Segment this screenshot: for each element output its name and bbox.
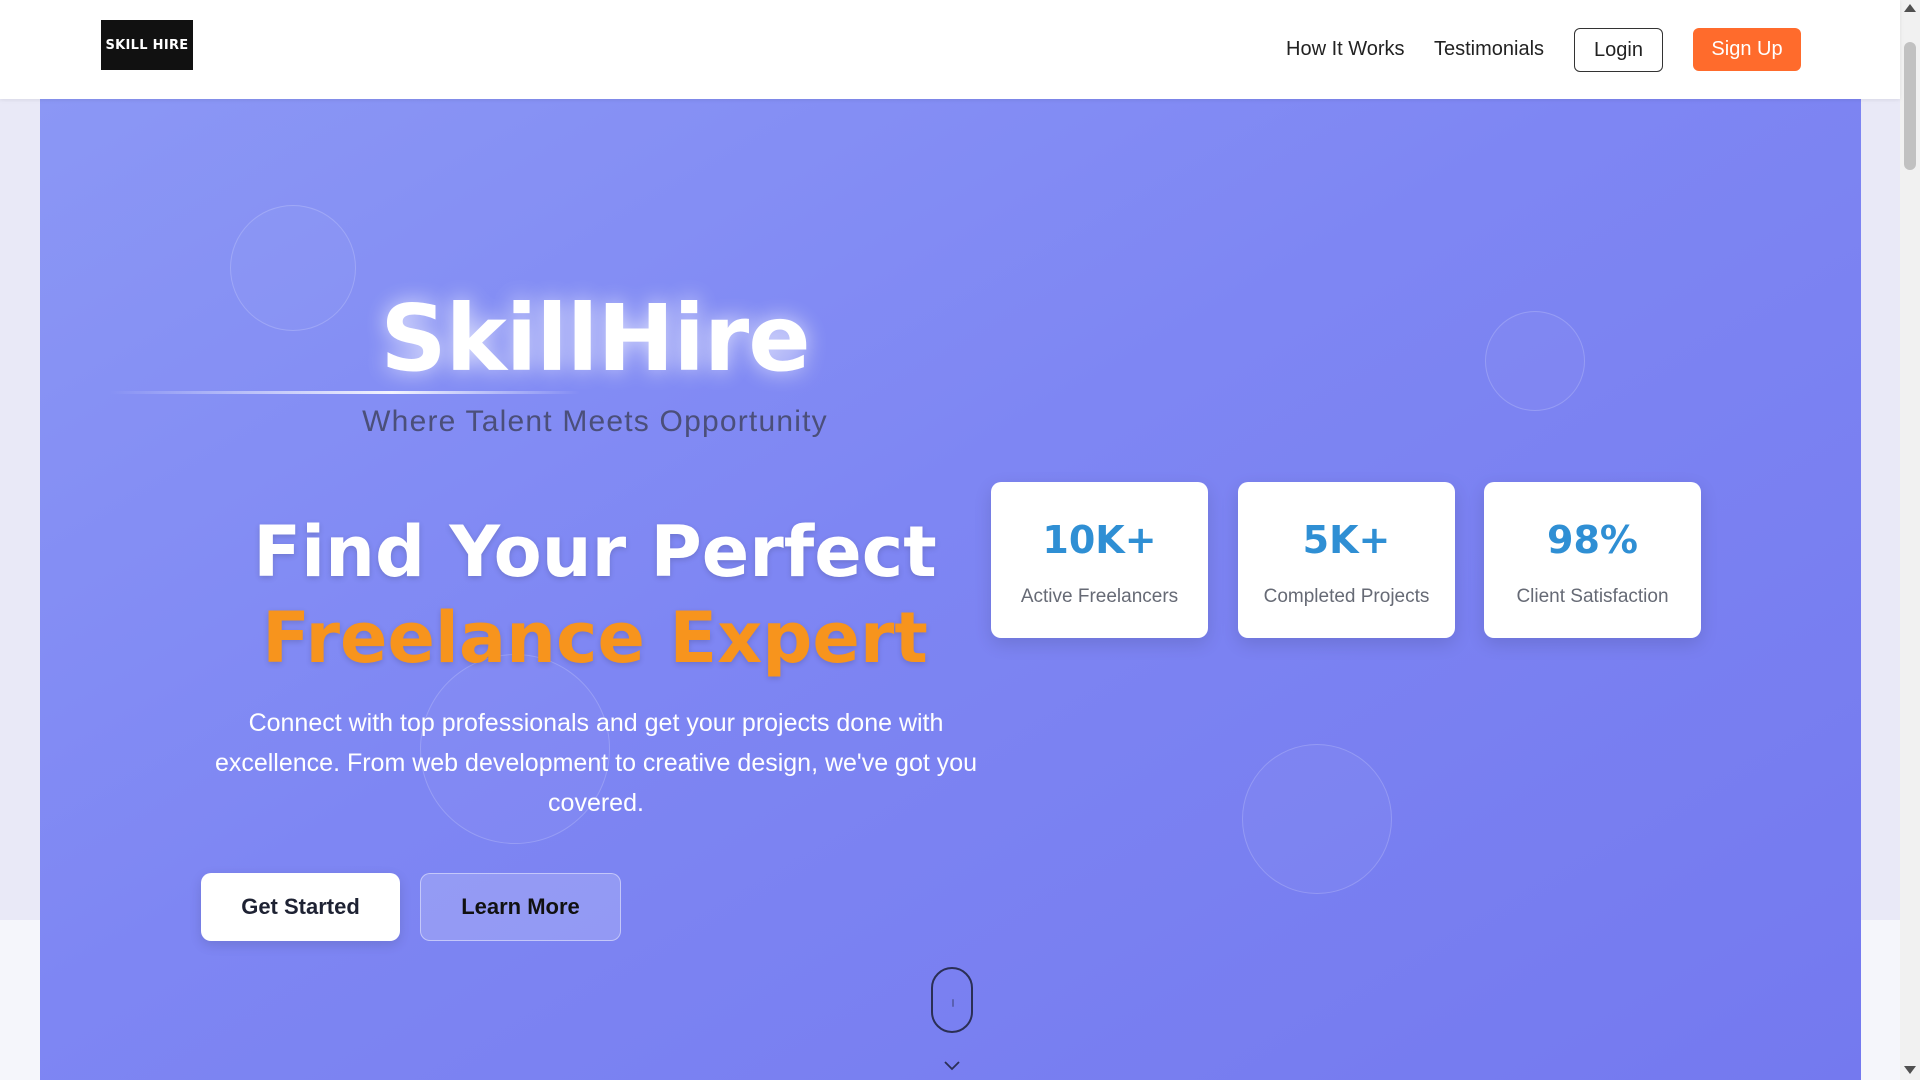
mouse-scroll-icon[interactable]: [931, 967, 973, 1033]
nav-testimonials[interactable]: Testimonials: [1434, 38, 1544, 61]
scroll-down-arrow-icon[interactable]: [1904, 1066, 1916, 1074]
page-scrollbar[interactable]: [1900, 0, 1920, 1080]
stat-label: Client Satisfaction: [1516, 586, 1669, 607]
brand-tagline: Where Talent Meets Opportunity: [362, 405, 828, 438]
hero-description: Connect with top professionals and get y…: [214, 709, 978, 817]
brand-underline: [110, 391, 580, 394]
stat-value: 10K+: [1042, 518, 1157, 562]
stat-card-satisfaction: 98% Client Satisfaction: [1484, 482, 1701, 638]
stat-value: 98%: [1547, 518, 1638, 562]
brand-title: SkillHire: [380, 285, 810, 392]
logo-text: SKILL HIRE: [105, 37, 189, 53]
mouse-wheel: [952, 999, 954, 1007]
nav-how-it-works[interactable]: How It Works: [1286, 38, 1405, 61]
site-logo[interactable]: SKILL HIRE: [101, 20, 193, 70]
stat-card-freelancers: 10K+ Active Freelancers: [991, 482, 1208, 638]
scrollbar-thumb[interactable]: [1904, 42, 1916, 170]
login-button[interactable]: Login: [1574, 28, 1663, 72]
hero-headline: Find Your Perfect Freelance Expert: [180, 509, 1010, 681]
stat-value: 5K+: [1302, 518, 1391, 562]
learn-more-button[interactable]: Learn More: [420, 873, 621, 941]
hero-section: SkillHire Where Talent Meets Opportunity…: [40, 99, 1861, 1080]
scroll-up-arrow-icon[interactable]: [1904, 4, 1916, 12]
site-header: SKILL HIRE How It Works Testimonials Log…: [0, 0, 1900, 99]
signup-button[interactable]: Sign Up: [1693, 28, 1801, 71]
get-started-button[interactable]: Get Started: [201, 873, 400, 941]
stat-card-projects: 5K+ Completed Projects: [1238, 482, 1455, 638]
headline-line-1: Find Your Perfect: [253, 511, 937, 593]
stat-label: Active Freelancers: [1020, 586, 1179, 607]
headline-line-2: Freelance Expert: [262, 597, 928, 679]
stat-label: Completed Projects: [1263, 586, 1430, 607]
chevron-down-icon[interactable]: [942, 1056, 962, 1076]
decorative-circle: [1242, 744, 1392, 894]
decorative-circle: [1485, 311, 1585, 411]
